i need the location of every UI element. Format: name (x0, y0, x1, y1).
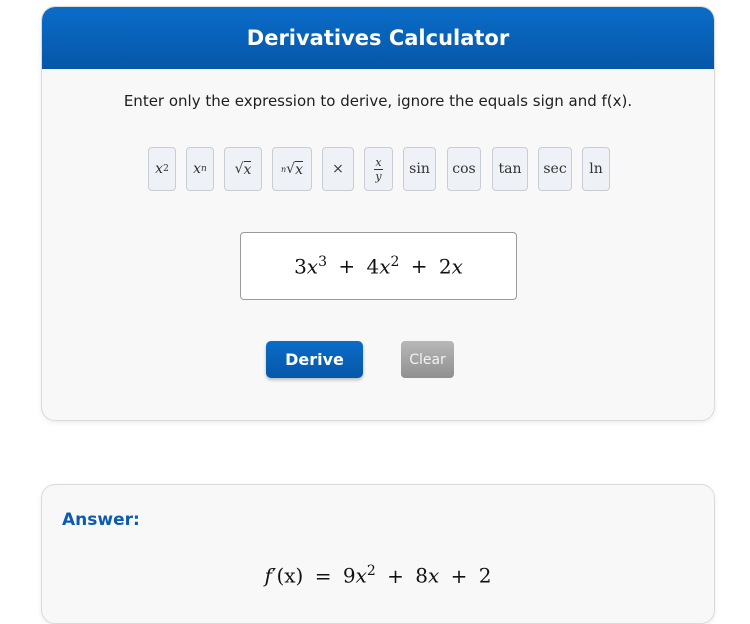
key-x-power-n-base: x (193, 161, 202, 177)
key-fraction[interactable]: x y (364, 147, 393, 191)
calculator-header: Derivatives Calculator (42, 7, 714, 69)
key-x-power-n[interactable]: xn (186, 147, 214, 191)
key-x-squared-exp: 2 (163, 164, 169, 174)
key-x-squared[interactable]: x2 (148, 147, 176, 191)
key-cos-label: cos (452, 161, 476, 177)
key-sin-label: sin (409, 161, 430, 177)
clear-button[interactable]: Clear (401, 341, 454, 378)
answer-card: Answer: f′(x) = 9x2 + 8x + 2 (41, 484, 715, 624)
instructions-text: Enter only the expression to derive, ign… (123, 92, 633, 110)
fraction-icon: x y (374, 157, 383, 182)
key-multiply[interactable]: × (322, 147, 354, 191)
sqrt-icon: √ (234, 161, 244, 177)
calculator-title: Derivatives Calculator (246, 26, 510, 50)
math-keypad: x2 xn √ x n √ x × x y sin cos tan sec ln (148, 147, 714, 193)
key-cos[interactable]: cos (447, 147, 481, 191)
answer-expression: f′(x) = 9x2 + 8x + 2 (264, 563, 492, 588)
key-tan-label: tan (498, 161, 522, 177)
key-sec[interactable]: sec (538, 147, 572, 191)
key-x-power-n-exp: n (201, 164, 207, 174)
key-nth-root-arg: x (295, 160, 303, 178)
key-sqrt-arg: x (243, 160, 252, 178)
multiply-icon: × (332, 161, 344, 177)
key-tan[interactable]: tan (492, 147, 528, 191)
key-ln[interactable]: ln (582, 147, 610, 191)
fraction-denominator: y (375, 169, 382, 183)
answer-label: Answer: (62, 510, 140, 530)
key-sin[interactable]: sin (403, 147, 436, 191)
key-ln-label: ln (589, 161, 603, 177)
nth-root-icon: √ (286, 161, 296, 177)
derive-button[interactable]: Derive (266, 341, 363, 378)
key-x-squared-base: x (155, 161, 164, 177)
key-sec-label: sec (543, 161, 567, 177)
calculator-card: Derivatives Calculator Enter only the ex… (41, 6, 715, 421)
expression-input[interactable]: 3x3 + 4x2 + 2x (240, 232, 517, 300)
expression-value: 3x3 + 4x2 + 2x (294, 253, 463, 279)
key-nth-root[interactable]: n √ x (272, 147, 312, 191)
key-sqrt[interactable]: √ x (224, 147, 262, 191)
fraction-numerator: x (375, 155, 382, 169)
